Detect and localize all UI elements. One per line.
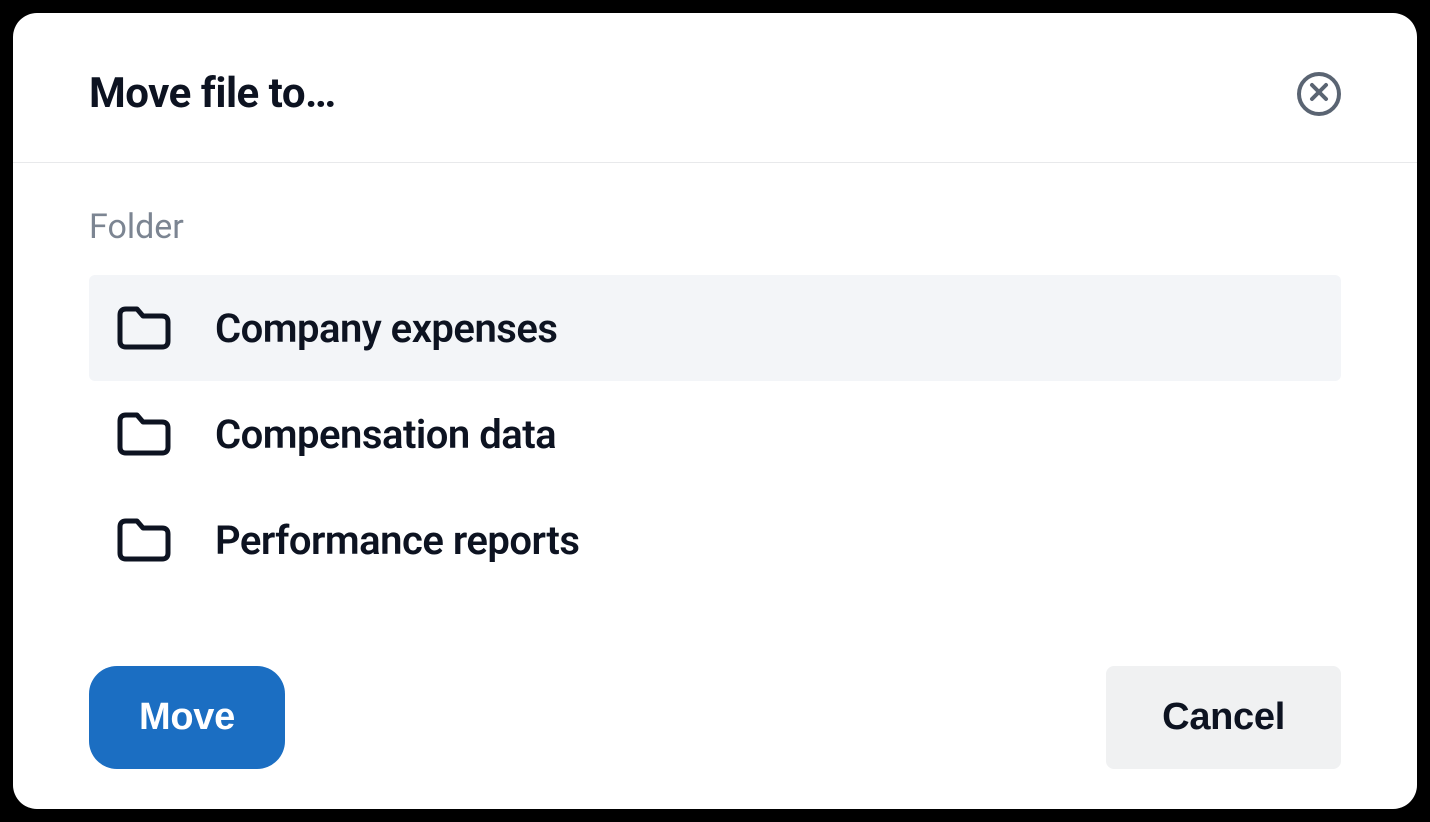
folder-name: Company expenses	[215, 305, 557, 352]
close-button[interactable]	[1297, 72, 1341, 116]
move-file-modal: Move file to… Folder Company expenses	[13, 13, 1417, 809]
modal-title: Move file to…	[89, 69, 336, 118]
move-button[interactable]: Move	[89, 666, 285, 769]
folder-icon	[117, 407, 171, 461]
modal-body: Folder Company expenses Compensation dat…	[13, 163, 1417, 666]
folder-name: Performance reports	[215, 517, 579, 564]
folder-list: Company expenses Compensation data Perfo…	[89, 275, 1341, 593]
folder-section-label: Folder	[89, 207, 1341, 247]
modal-header: Move file to…	[13, 13, 1417, 163]
folder-item-performance-reports[interactable]: Performance reports	[89, 487, 1341, 593]
folder-item-compensation-data[interactable]: Compensation data	[89, 381, 1341, 487]
folder-icon	[117, 513, 171, 567]
folder-name: Compensation data	[215, 411, 556, 458]
cancel-button[interactable]: Cancel	[1106, 666, 1341, 769]
folder-icon	[117, 301, 171, 355]
modal-footer: Move Cancel	[13, 666, 1417, 809]
folder-item-company-expenses[interactable]: Company expenses	[89, 275, 1341, 381]
close-icon	[1309, 82, 1329, 105]
